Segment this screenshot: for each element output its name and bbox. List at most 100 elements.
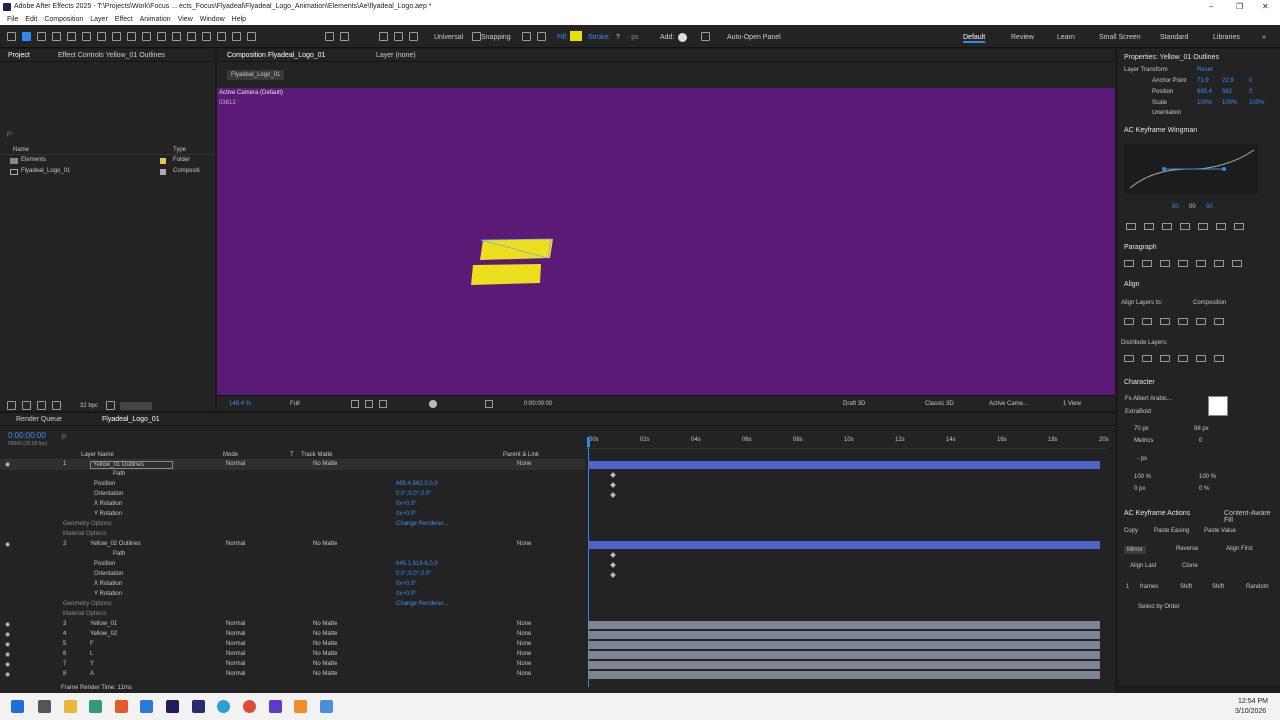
zoom-select[interactable]: 148.4 %: [229, 401, 251, 407]
keyframe[interactable]: [610, 562, 616, 568]
reverse-button[interactable]: Reverse: [1176, 546, 1198, 552]
font-family-select[interactable]: Fs Albert Arabic...: [1125, 396, 1172, 402]
auto-open-label[interactable]: Auto-Open Panel: [727, 34, 781, 41]
add-circle-icon[interactable]: [678, 33, 687, 42]
ease-preset-1-icon[interactable]: [1126, 223, 1136, 230]
visibility-eye-icon[interactable]: ◉: [5, 631, 10, 638]
snapping-checkbox[interactable]: [472, 32, 481, 41]
3d-move-icon[interactable]: [394, 32, 403, 41]
property-value[interactable]: Change Renderer...: [396, 521, 448, 527]
property-value[interactable]: Change Renderer...: [396, 601, 448, 607]
visibility-eye-icon[interactable]: ◉: [5, 671, 10, 678]
layer-mode[interactable]: Normal: [226, 651, 245, 657]
property-row[interactable]: Path: [0, 470, 585, 480]
tab-render-queue[interactable]: Render Queue: [16, 416, 62, 423]
property-row[interactable]: Y Rotation 0x+0.0°: [0, 510, 585, 520]
layer-row[interactable]: ◉ 1 Yellow_01 Outlines Normal No Matte None: [0, 460, 585, 470]
after-effects-icon[interactable]: [192, 700, 205, 713]
property-row[interactable]: Position 645.1,616.6,0.0: [0, 560, 585, 570]
app-icon-4[interactable]: [320, 700, 333, 713]
align-left-icon[interactable]: [1124, 318, 1134, 325]
align-vcenter-icon[interactable]: [1196, 318, 1206, 325]
color-channel-icon[interactable]: [429, 400, 437, 408]
mask-visibility-icon[interactable]: [379, 400, 387, 408]
align-to-select[interactable]: Composition: [1193, 300, 1226, 306]
select-by-order-button[interactable]: Select by Order: [1138, 604, 1180, 610]
trash-icon[interactable]: [106, 401, 116, 410]
menu-edit[interactable]: Edit: [25, 16, 37, 23]
prop-value[interactable]: 100%: [1249, 100, 1264, 106]
layer-parent[interactable]: None: [517, 461, 531, 467]
wingman-mid[interactable]: 00: [1189, 204, 1196, 210]
tab-timeline-comp[interactable]: Flyadeal_Logo_01: [102, 416, 160, 423]
layer-name[interactable]: L: [90, 651, 93, 657]
menu-effect[interactable]: Effect: [115, 16, 133, 23]
tsume[interactable]: 0 %: [1199, 486, 1209, 492]
align-first-button[interactable]: Align First: [1226, 546, 1253, 552]
3d-mode-select[interactable]: Classic 3D: [925, 401, 954, 407]
minimize-button[interactable]: –: [1209, 2, 1213, 11]
menu-help[interactable]: Help: [232, 16, 246, 23]
distribute-right-icon[interactable]: [1214, 355, 1224, 362]
snap-grid-icon[interactable]: [537, 32, 546, 41]
property-row[interactable]: X Rotation 0x+0.0°: [0, 580, 585, 590]
menu-file[interactable]: File: [7, 16, 18, 23]
align-top-icon[interactable]: [1178, 318, 1188, 325]
tab-project[interactable]: Project: [8, 52, 30, 59]
layer-row[interactable]: ◉ 2 Yellow_02 Outlines Normal No Matte None: [0, 540, 585, 550]
telegram-icon[interactable]: [217, 700, 230, 713]
selection-tool-icon[interactable]: [22, 32, 31, 41]
vlc-icon[interactable]: [294, 700, 307, 713]
font-style-select[interactable]: ExtraBold: [1125, 409, 1151, 415]
font-size[interactable]: 70 px: [1134, 426, 1149, 432]
project-item-elements[interactable]: Elements Folder: [0, 156, 215, 166]
menu-view[interactable]: View: [178, 16, 193, 23]
type-tool-icon[interactable]: [172, 32, 181, 41]
prop-value[interactable]: 22.9: [1222, 78, 1234, 84]
workspace-learn[interactable]: Learn: [1057, 34, 1075, 41]
zoom-tool-icon[interactable]: [52, 32, 61, 41]
col-t[interactable]: T: [290, 452, 294, 458]
playhead[interactable]: [587, 437, 590, 447]
layer-duration-bar[interactable]: [588, 461, 1100, 469]
distribute-hcenter-icon[interactable]: [1196, 355, 1206, 362]
prop-value[interactable]: 562: [1222, 89, 1232, 95]
random-button[interactable]: Random: [1246, 584, 1269, 590]
visibility-eye-icon[interactable]: ◉: [5, 641, 10, 648]
puppet-tool-icon[interactable]: [247, 32, 256, 41]
property-row[interactable]: Y Rotation 0x+0.0°: [0, 590, 585, 600]
align-right-text-icon[interactable]: [1160, 260, 1170, 267]
layer-parent[interactable]: None: [517, 621, 531, 627]
property-row[interactable]: Path: [0, 550, 585, 560]
shift-right-button[interactable]: Shift: [1212, 584, 1224, 590]
maximize-button[interactable]: ❐: [1236, 2, 1243, 11]
tab-layer[interactable]: Layer (none): [376, 52, 416, 59]
col-type[interactable]: Type: [173, 147, 186, 153]
layer-mode[interactable]: Normal: [226, 631, 245, 637]
property-value[interactable]: 0x+0.0°: [396, 511, 417, 517]
align-left-text-icon[interactable]: [1124, 260, 1134, 267]
col-track-matte[interactable]: Track Matte: [301, 452, 332, 458]
view-camera-select[interactable]: Active Came...: [989, 401, 1028, 407]
menu-animation[interactable]: Animation: [140, 16, 171, 23]
workspace-more-icon[interactable]: »: [1262, 34, 1266, 41]
fill-color-swatch[interactable]: [1208, 396, 1228, 416]
time-ruler[interactable]: 00s 02s 04s 06s 08s 10s 12s 14s 16s 18s 20s: [585, 435, 1109, 449]
universal-label[interactable]: Universal: [434, 34, 463, 41]
property-row[interactable]: Orientation 0.0°,0.0°,0.0°: [0, 570, 585, 580]
property-row[interactable]: X Rotation 0x+0.0°: [0, 500, 585, 510]
bpc-label[interactable]: 32 bpc: [80, 403, 98, 409]
brave-icon[interactable]: [115, 700, 128, 713]
layer-parent[interactable]: None: [517, 541, 531, 547]
app-icon-2[interactable]: [140, 700, 153, 713]
pan-tool-icon[interactable]: [82, 32, 91, 41]
ease-preset-3-icon[interactable]: [1162, 223, 1172, 230]
stroke-width-field[interactable]: - px: [1137, 456, 1147, 462]
menu-composition[interactable]: Composition: [44, 16, 83, 23]
layer-mode[interactable]: Normal: [226, 641, 245, 647]
layer-duration-bar[interactable]: [588, 631, 1100, 639]
snapshot-icon[interactable]: [485, 400, 493, 408]
prop-value[interactable]: 100%: [1222, 100, 1237, 106]
property-value[interactable]: 645.1,616.6,0.0: [396, 561, 438, 567]
workspace-review[interactable]: Review: [1011, 34, 1034, 41]
